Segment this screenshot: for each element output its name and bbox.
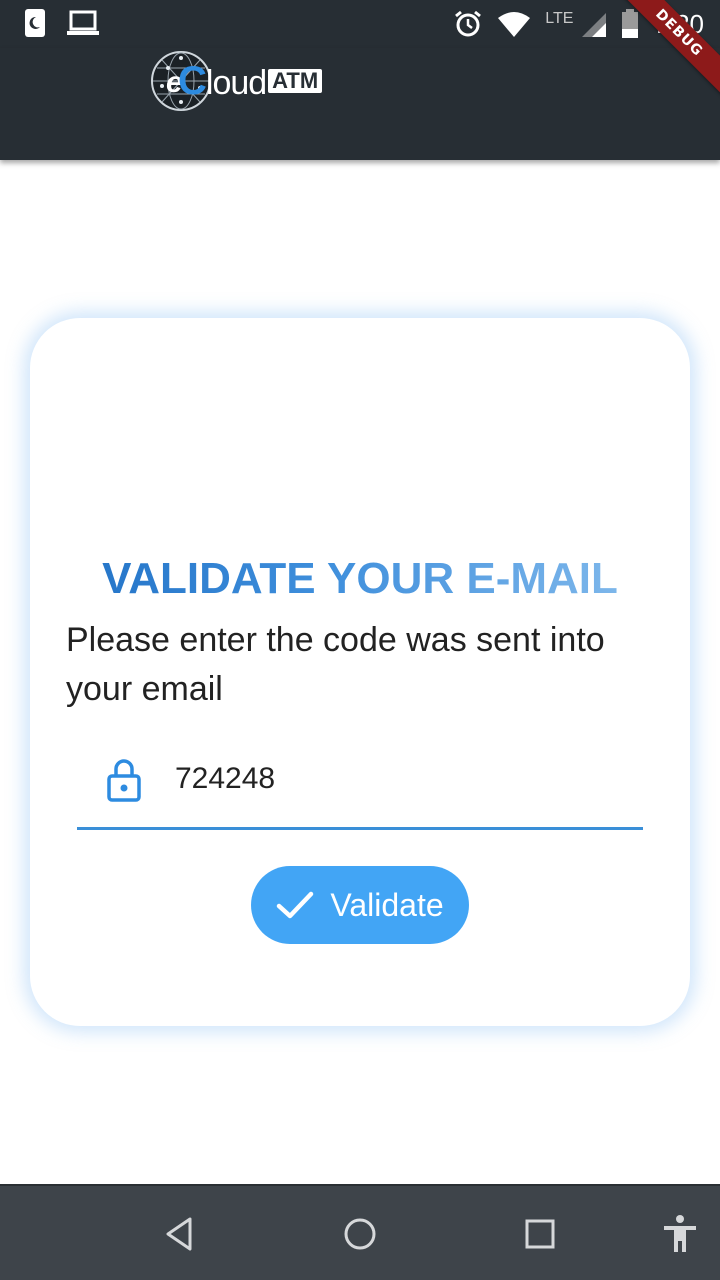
- network-type-label: LTE: [545, 10, 574, 27]
- back-icon[interactable]: [160, 1214, 200, 1254]
- lock-icon: [107, 759, 141, 802]
- wifi-icon: [498, 12, 531, 37]
- logo-cloud-text: loud: [205, 63, 267, 102]
- validate-button-label: Validate: [330, 886, 444, 923]
- card-title: VALIDATE YOUR E-MAIL: [30, 554, 690, 604]
- status-bar: LTE 7:20: [0, 0, 720, 48]
- accessibility-icon[interactable]: [660, 1214, 700, 1254]
- validate-button[interactable]: Validate: [251, 866, 469, 944]
- verification-code-field[interactable]: [77, 748, 643, 830]
- app-bar: e Cloud ATM: [0, 48, 720, 160]
- recents-icon[interactable]: [520, 1214, 560, 1254]
- check-icon: [277, 891, 314, 919]
- home-icon[interactable]: [340, 1214, 380, 1254]
- validation-card: VALIDATE YOUR E-MAIL Please enter the co…: [30, 318, 690, 1026]
- signal-icon: [582, 13, 607, 37]
- ecloud-atm-logo: e Cloud ATM: [150, 48, 323, 114]
- logo-atm-badge: ATM: [268, 69, 323, 93]
- alarm-icon: [455, 10, 482, 37]
- logo-cloud-initial: C: [178, 58, 207, 103]
- moon-icon: [25, 9, 45, 37]
- laptop-icon: [67, 10, 99, 35]
- verification-code-input[interactable]: [173, 758, 573, 800]
- battery-icon: [622, 9, 639, 38]
- navigation-bar: [0, 1184, 720, 1280]
- card-subtitle: Please enter the code was sent into your…: [66, 621, 605, 708]
